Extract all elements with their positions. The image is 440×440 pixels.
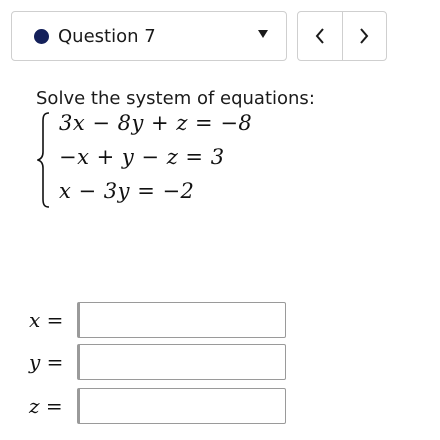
- caret-down-icon: [258, 30, 268, 38]
- answer-label-y: y =: [29, 350, 64, 374]
- chevron-left-icon: [315, 28, 324, 44]
- answer-label-x: x =: [29, 308, 64, 332]
- next-question-button[interactable]: [341, 12, 387, 60]
- answer-input-x[interactable]: [77, 302, 286, 338]
- question-select-label: Question 7: [58, 25, 156, 47]
- question-select[interactable]: Question 7: [11, 11, 287, 61]
- equation-3: x − 3y = −2: [59, 179, 195, 203]
- previous-question-button[interactable]: [298, 12, 342, 60]
- answer-label-z: z =: [29, 394, 63, 418]
- answer-input-y[interactable]: [77, 344, 286, 380]
- problem-prompt: Solve the system of equations:: [36, 88, 315, 109]
- question-nav-buttons: [297, 11, 387, 61]
- equation-1: 3x − 8y + z = −8: [59, 111, 253, 135]
- system-brace: [37, 112, 50, 208]
- answer-row-z: z =: [29, 388, 289, 428]
- answer-input-z[interactable]: [77, 388, 286, 424]
- answer-row-x: x =: [29, 302, 289, 342]
- chevron-right-icon: [360, 28, 369, 44]
- question-status-dot: [34, 28, 49, 44]
- answer-row-y: y =: [29, 344, 289, 384]
- equation-2: −x + y − z = 3: [59, 145, 225, 169]
